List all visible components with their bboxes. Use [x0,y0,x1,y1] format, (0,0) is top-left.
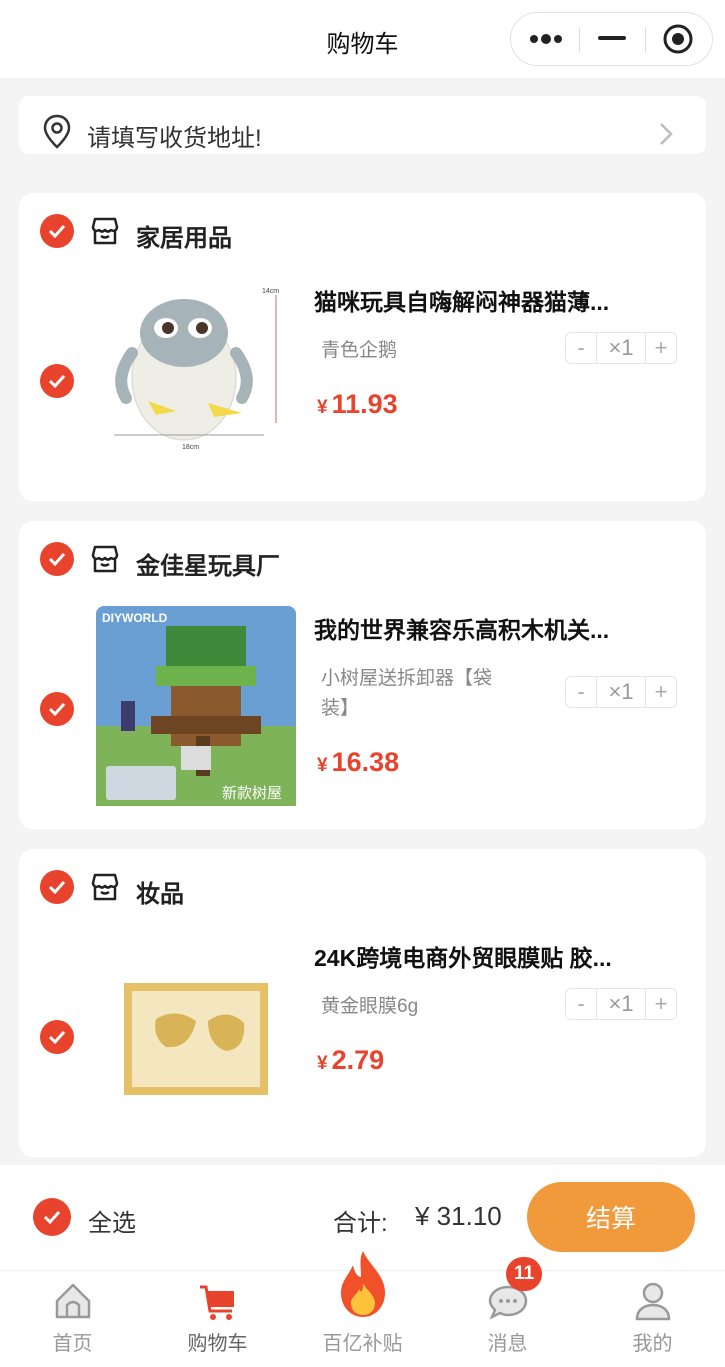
tab-label: 首页 [52,1333,93,1355]
store-name[interactable]: 妆品 [136,874,184,909]
product-title[interactable]: 24K跨境电商外贸眼膜贴 胶... [314,939,612,973]
store-checkbox[interactable] [40,214,74,248]
address-row[interactable]: 请填写收货地址! [19,96,706,154]
store-icon [89,871,121,908]
minimize-icon[interactable] [579,13,645,65]
store-icon [89,543,121,580]
total-label: 合计: [333,1210,388,1237]
store-card: 妆品 24K跨境电商外贸眼膜贴 胶... 黄金眼膜6g ¥2.79 - ×1 + [19,849,706,1157]
item-checkbox[interactable] [40,364,74,398]
tab-label: 百亿补贴 [322,1333,403,1355]
select-all-checkbox[interactable] [33,1198,71,1236]
chevron-right-icon [659,122,673,151]
tab-messages[interactable]: 消息 [435,1271,580,1367]
store-checkbox[interactable] [40,870,74,904]
product-spec[interactable]: 小树屋送拆卸器【袋装】 [321,664,511,724]
store-card: 金佳星玩具厂 DIYWORLD 新款树屋 我的世界兼容乐高积木机关... 小树屋… [19,521,706,829]
store-name[interactable]: 金佳星玩具厂 [136,546,280,581]
checkout-button[interactable]: 结算 [527,1182,695,1252]
product-image-treehouse[interactable]: DIYWORLD 新款树屋 [96,606,296,806]
quantity-stepper: - ×1 + [565,988,677,1022]
cart-icon [196,1279,240,1328]
tab-bar: 首页 购物车 百亿补贴 消息 我的 [0,1251,725,1367]
home-icon [51,1279,95,1328]
nav-header: 购物车 [0,0,725,78]
more-dots-icon[interactable] [513,13,579,65]
qty-value[interactable]: ×1 [597,676,645,708]
qty-minus-button[interactable]: - [565,676,597,708]
miniprogram-capsule [510,12,713,66]
image-height-label: 14cm [262,288,279,295]
address-placeholder: 请填写收货地址! [87,125,262,152]
item-checkbox[interactable] [40,692,74,726]
total-value: ¥ 31.10 [415,1201,502,1231]
qty-minus-button[interactable]: - [565,988,597,1020]
product-price: ¥2.79 [317,1045,385,1075]
tab-cart[interactable]: 购物车 [145,1271,290,1367]
product-title[interactable]: 猫咪玩具自嗨解闷神器猫薄... [314,283,609,317]
location-pin-icon [43,114,71,155]
qty-plus-button[interactable]: + [645,676,677,708]
store-card: 家居用品 14cm 18cm 猫咪玩具自嗨解闷神器猫薄... 青色企鹅 ¥11.… [19,193,706,501]
store-name[interactable]: 家居用品 [136,218,232,253]
qty-plus-button[interactable]: + [645,332,677,364]
item-checkbox[interactable] [40,1020,74,1054]
tab-subsidy[interactable]: 百亿补贴 [290,1251,435,1367]
tab-label: 我的 [632,1333,673,1355]
qty-value[interactable]: ×1 [597,332,645,364]
image-brand-label: DIYWORLD [102,611,168,625]
product-spec[interactable]: 黄金眼膜6g [321,992,551,1022]
user-icon [631,1279,675,1328]
image-width-label: 18cm [182,444,199,451]
message-count-badge: 11 [506,1257,542,1291]
target-circle-icon[interactable] [645,13,711,65]
qty-minus-button[interactable]: - [565,332,597,364]
qty-value[interactable]: ×1 [597,988,645,1020]
product-title[interactable]: 我的世界兼容乐高积木机关... [314,611,609,645]
product-image-penguin[interactable]: 14cm 18cm [96,283,296,483]
tab-label: 消息 [487,1333,528,1355]
select-all-label[interactable]: 全选 [88,1203,136,1238]
tab-profile[interactable]: 我的 [580,1271,725,1367]
store-checkbox[interactable] [40,542,74,576]
product-spec[interactable]: 青色企鹅 [321,336,551,366]
product-image-eye-mask[interactable] [96,939,296,1139]
store-icon [89,215,121,252]
tab-label: 购物车 [187,1333,248,1355]
quantity-stepper: - ×1 + [565,676,677,710]
product-price: ¥11.93 [317,389,398,419]
product-price: ¥16.38 [317,747,400,777]
tab-home[interactable]: 首页 [0,1271,145,1367]
qty-plus-button[interactable]: + [645,988,677,1020]
quantity-stepper: - ×1 + [565,332,677,366]
fire-icon [335,1249,391,1324]
image-caption-label: 新款树屋 [222,785,282,802]
